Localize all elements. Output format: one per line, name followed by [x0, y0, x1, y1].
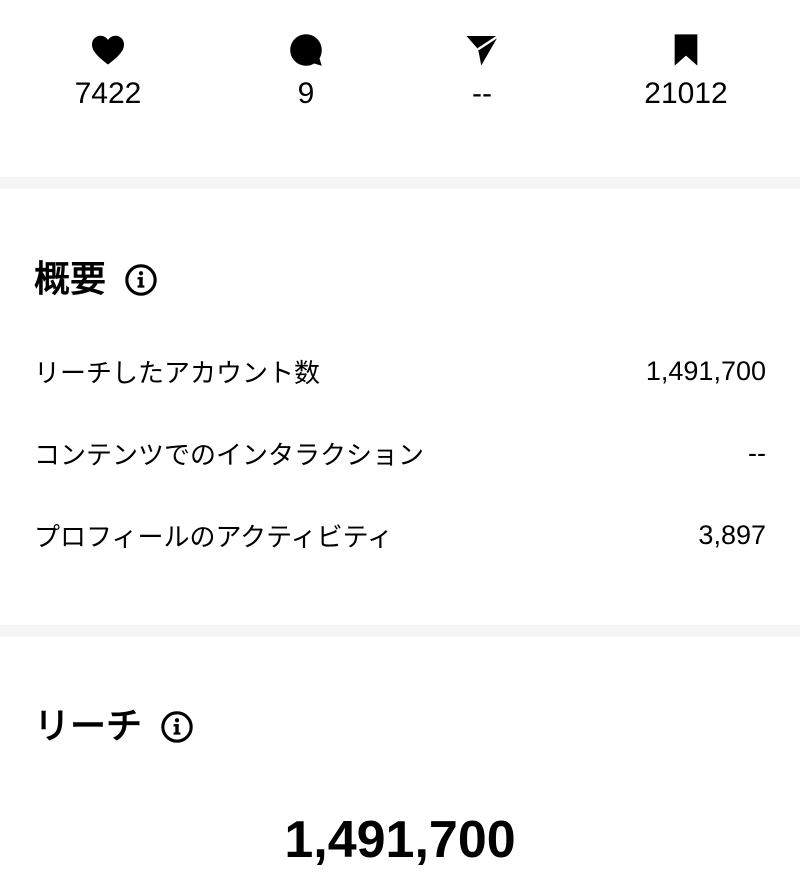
overview-row-value: 3,897	[698, 519, 766, 550]
overview-row-label: リーチしたアカウント数	[34, 358, 321, 389]
comments-count: 9	[297, 77, 315, 110]
overview-row-label: プロフィールのアクティビティ	[34, 522, 394, 553]
reach-title-text: リーチ	[34, 706, 143, 747]
insights-page: 7422 9 -- 21012 概要 リーチしたアカウント数 1,491,700…	[0, 0, 800, 888]
overview-row-reached-accounts[interactable]: リーチしたアカウント数 1,491,700	[34, 351, 766, 391]
overview-row-label: コンテンツでのインタラクション	[34, 440, 425, 471]
shares-count: --	[472, 77, 492, 110]
overview-title: 概要	[34, 258, 158, 302]
section-divider	[0, 625, 800, 637]
saves-count: 21012	[644, 77, 728, 110]
heart-icon	[90, 30, 126, 70]
overview-row-value: 1,491,700	[645, 355, 766, 386]
overview-row-profile-activity[interactable]: プロフィールのアクティビティ 3,897	[34, 515, 766, 555]
saves-stat[interactable]: 21012	[606, 30, 766, 112]
info-icon[interactable]	[124, 263, 158, 297]
overview-row-content-interactions[interactable]: コンテンツでのインタラクション --	[34, 433, 766, 473]
reach-total-value: 1,491,700	[284, 811, 516, 869]
send-icon	[464, 30, 500, 70]
comments-stat[interactable]: 9	[226, 30, 386, 112]
overview-row-value: --	[748, 437, 766, 468]
comment-icon	[288, 30, 324, 70]
info-icon[interactable]	[160, 710, 194, 744]
engagement-stats: 7422 9 -- 21012	[0, 0, 800, 176]
bookmark-icon	[671, 30, 701, 70]
overview-title-text: 概要	[34, 259, 107, 300]
likes-count: 7422	[74, 77, 142, 110]
likes-stat[interactable]: 7422	[28, 30, 188, 112]
reach-title: リーチ	[34, 705, 194, 749]
shares-stat[interactable]: --	[402, 30, 562, 112]
section-divider	[0, 177, 800, 189]
